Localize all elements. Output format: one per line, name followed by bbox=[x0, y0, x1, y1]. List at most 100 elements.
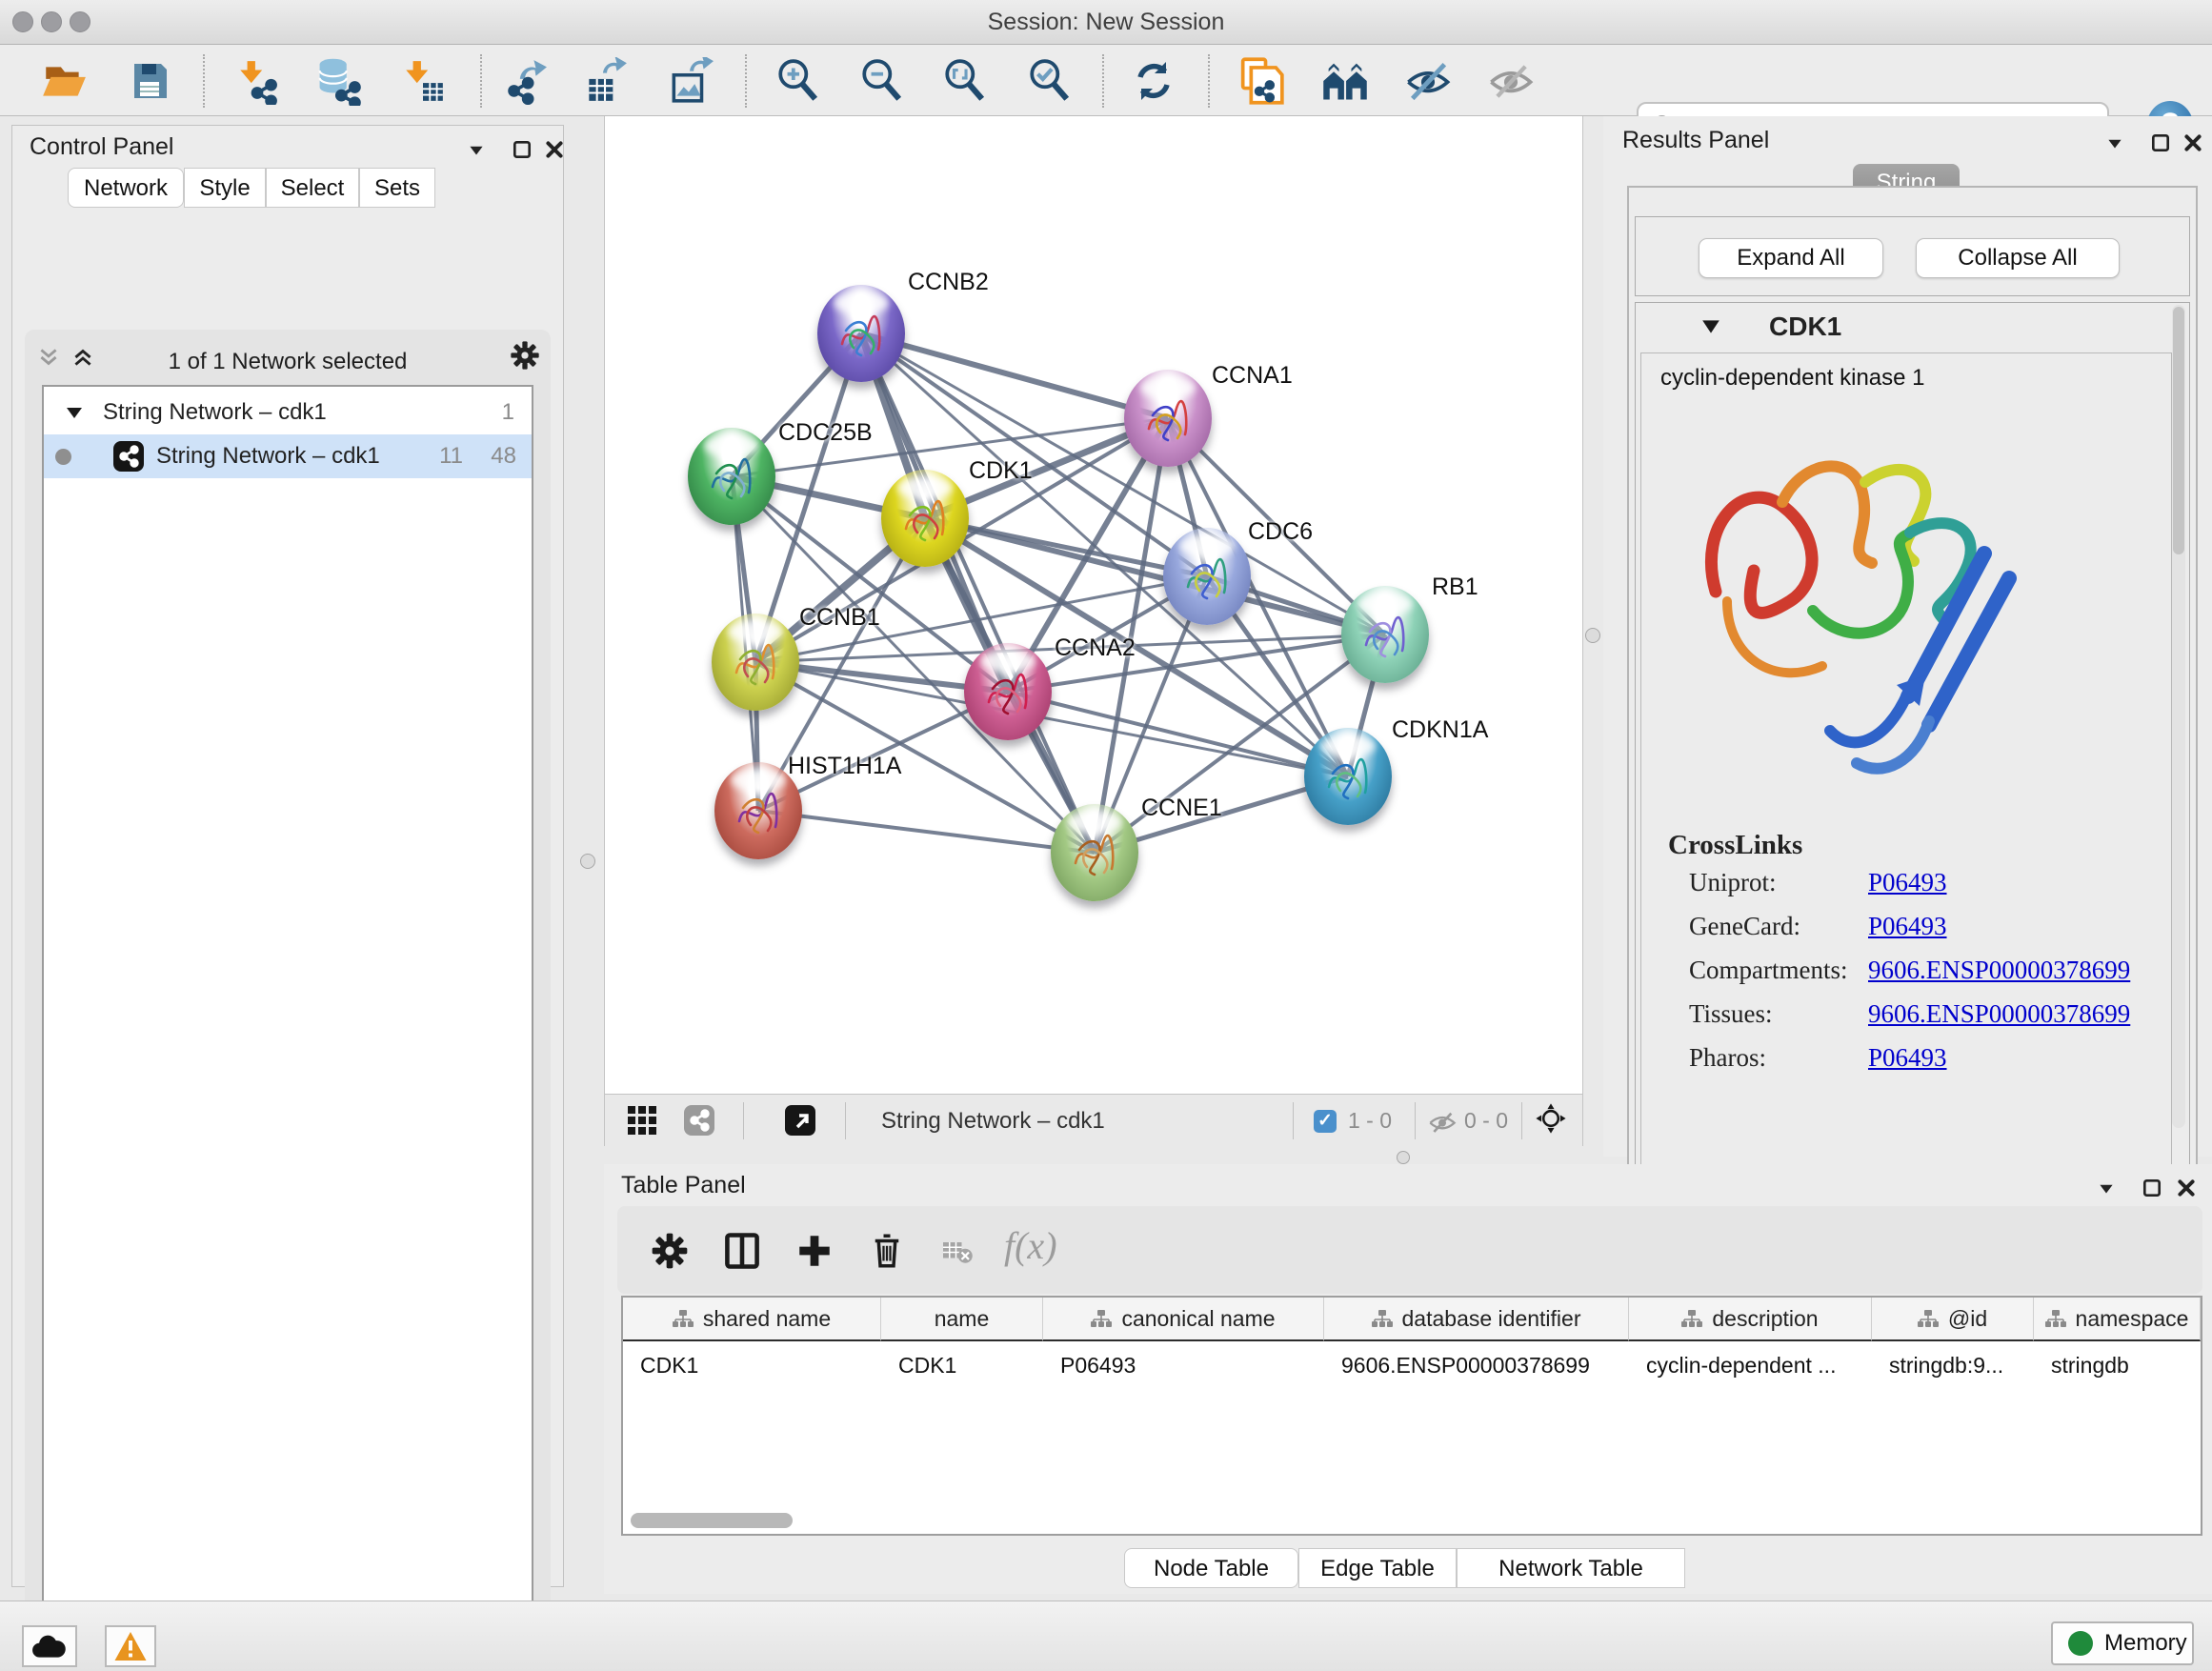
entry-collapse-icon[interactable] bbox=[1700, 318, 1721, 335]
table-panel-float-icon[interactable] bbox=[2136, 1172, 2168, 1204]
network-options-gear-icon[interactable] bbox=[509, 339, 541, 372]
network-node-cdkn1a[interactable] bbox=[1304, 728, 1392, 825]
tab-node-table[interactable]: Node Table bbox=[1124, 1548, 1298, 1588]
column-header-description[interactable]: description bbox=[1629, 1298, 1872, 1341]
tab-network-table[interactable]: Network Table bbox=[1457, 1548, 1685, 1588]
copy-string-network-icon[interactable] bbox=[1234, 56, 1285, 106]
table-cell[interactable]: stringdb bbox=[2034, 1343, 2201, 1387]
zoom-out-icon[interactable] bbox=[856, 56, 908, 106]
table-hscroll-thumb[interactable] bbox=[631, 1513, 793, 1528]
crosslink-link[interactable]: 9606.ENSP00000378699 bbox=[1868, 999, 2130, 1029]
delete-column-icon[interactable] bbox=[863, 1227, 911, 1275]
table-panel-menu-icon[interactable] bbox=[2090, 1172, 2122, 1204]
grid-view-icon[interactable] bbox=[626, 1104, 658, 1137]
bottom-splitter-handle[interactable] bbox=[1397, 1151, 1410, 1164]
window-close-button[interactable] bbox=[12, 11, 33, 32]
column-header-shared-name[interactable]: shared name bbox=[623, 1298, 881, 1341]
network-node-cdc25b[interactable] bbox=[688, 428, 775, 525]
toolbar-separator bbox=[480, 54, 482, 108]
right-splitter-handle[interactable] bbox=[1585, 628, 1600, 643]
column-header-canonical-name[interactable]: canonical name bbox=[1043, 1298, 1324, 1341]
column-header--id[interactable]: @id bbox=[1872, 1298, 2034, 1341]
memory-label: Memory bbox=[2104, 1630, 2187, 1657]
warnings-button[interactable] bbox=[105, 1625, 156, 1667]
network-selection-status: 1 of 1 Network selected bbox=[25, 349, 551, 375]
network-node-ccna1[interactable] bbox=[1124, 370, 1212, 467]
network-node-ccnb1[interactable] bbox=[712, 614, 799, 711]
control-panel-menu-icon[interactable] bbox=[460, 133, 493, 166]
hidden-eye-icon[interactable] bbox=[1426, 1106, 1458, 1138]
zoom-in-icon[interactable] bbox=[773, 56, 824, 106]
crosslink-link[interactable]: 9606.ENSP00000378699 bbox=[1868, 956, 2130, 985]
results-panel-float-icon[interactable] bbox=[2144, 127, 2177, 159]
network-node-ccnb2[interactable] bbox=[817, 285, 905, 382]
export-image-icon[interactable] bbox=[664, 56, 715, 106]
cloud-status-button[interactable] bbox=[22, 1625, 77, 1667]
expand-all-button[interactable]: Expand All bbox=[1699, 238, 1883, 278]
detach-view-icon[interactable] bbox=[784, 1104, 816, 1137]
crosslink-link[interactable]: P06493 bbox=[1868, 868, 1947, 897]
network-node-ccne1[interactable] bbox=[1051, 804, 1138, 901]
column-header-name[interactable]: name bbox=[881, 1298, 1043, 1341]
tab-select[interactable]: Select bbox=[266, 168, 359, 208]
memory-button[interactable]: Memory bbox=[2051, 1621, 2194, 1665]
show-columns-icon[interactable] bbox=[718, 1227, 766, 1275]
control-panel-close-icon[interactable] bbox=[538, 133, 571, 166]
results-scrollbar[interactable] bbox=[2172, 305, 2185, 1128]
network-collection-row[interactable]: String Network – cdk1 1 bbox=[44, 391, 532, 434]
table-cell[interactable]: CDK1 bbox=[623, 1343, 881, 1387]
birds-eye-view-icon[interactable] bbox=[1535, 1102, 1567, 1135]
node-entry-header[interactable]: CDK1 bbox=[1636, 303, 2189, 351]
results-panel-close-icon[interactable] bbox=[2177, 127, 2209, 159]
open-session-icon[interactable] bbox=[38, 56, 90, 106]
network-canvas[interactable]: CCNB2CCNA1CDC25BCDK1CDC6RB1CCNB1CCNA2CDK… bbox=[604, 116, 1583, 1094]
refresh-view-icon[interactable] bbox=[1128, 56, 1179, 106]
window-minimize-button[interactable] bbox=[41, 11, 62, 32]
crosslink-link[interactable]: P06493 bbox=[1868, 1043, 1947, 1073]
tab-style[interactable]: Style bbox=[184, 168, 266, 208]
window-zoom-button[interactable] bbox=[70, 11, 90, 32]
zoom-selected-icon[interactable] bbox=[1024, 56, 1076, 106]
network-node-ccna2[interactable] bbox=[964, 643, 1052, 740]
function-builder-icon[interactable]: f(x) bbox=[1004, 1223, 1057, 1268]
network-node-cdc6[interactable] bbox=[1163, 528, 1251, 625]
collapse-all-button[interactable]: Collapse All bbox=[1916, 238, 2120, 278]
table-cell[interactable]: 9606.ENSP00000378699 bbox=[1324, 1343, 1629, 1387]
create-column-icon[interactable] bbox=[791, 1227, 838, 1275]
network-row-selected[interactable]: String Network – cdk1 11 48 bbox=[44, 434, 532, 478]
table-cell[interactable]: cyclin-dependent ... bbox=[1629, 1343, 1872, 1387]
results-panel-menu-icon[interactable] bbox=[2099, 127, 2131, 159]
tab-network[interactable]: Network bbox=[68, 168, 184, 208]
crosslink-link[interactable]: P06493 bbox=[1868, 912, 1947, 941]
save-session-icon[interactable] bbox=[124, 56, 175, 106]
left-splitter-handle[interactable] bbox=[580, 854, 595, 869]
collection-expand-icon[interactable] bbox=[65, 404, 84, 421]
hide-selected-icon[interactable] bbox=[1402, 56, 1454, 106]
node-table[interactable]: shared namenamecanonical namedatabase id… bbox=[621, 1296, 2202, 1536]
first-neighbors-icon[interactable] bbox=[1319, 56, 1371, 106]
column-header-namespace[interactable]: namespace bbox=[2034, 1298, 2201, 1341]
import-table-file-icon[interactable] bbox=[397, 56, 449, 106]
export-network-icon[interactable] bbox=[498, 56, 550, 106]
delete-table-icon[interactable] bbox=[934, 1227, 981, 1275]
network-edge-count: 48 bbox=[491, 434, 516, 478]
network-node-cdk1[interactable] bbox=[881, 470, 969, 567]
tab-sets[interactable]: Sets bbox=[359, 168, 435, 208]
import-network-file-icon[interactable] bbox=[231, 56, 283, 106]
network-node-rb1[interactable] bbox=[1341, 586, 1429, 683]
string-view-icon[interactable] bbox=[683, 1104, 715, 1137]
table-cell[interactable]: stringdb:9... bbox=[1872, 1343, 2034, 1387]
table-settings-gear-icon[interactable] bbox=[646, 1227, 694, 1275]
control-panel-float-icon[interactable] bbox=[506, 133, 538, 166]
tab-edge-table[interactable]: Edge Table bbox=[1298, 1548, 1457, 1588]
selected-nodes-checkbox[interactable]: ✓ bbox=[1314, 1110, 1337, 1133]
zoom-fit-icon[interactable] bbox=[939, 56, 991, 106]
table-panel-close-icon[interactable] bbox=[2170, 1172, 2202, 1204]
export-table-icon[interactable] bbox=[579, 56, 631, 106]
table-cell[interactable]: CDK1 bbox=[881, 1343, 1043, 1387]
edge-HIST1H1A-CCNE1[interactable] bbox=[758, 811, 1095, 853]
show-all-icon[interactable] bbox=[1485, 56, 1537, 106]
table-cell[interactable]: P06493 bbox=[1043, 1343, 1324, 1387]
column-header-database-identifier[interactable]: database identifier bbox=[1324, 1298, 1629, 1341]
import-network-database-icon[interactable] bbox=[312, 56, 363, 106]
